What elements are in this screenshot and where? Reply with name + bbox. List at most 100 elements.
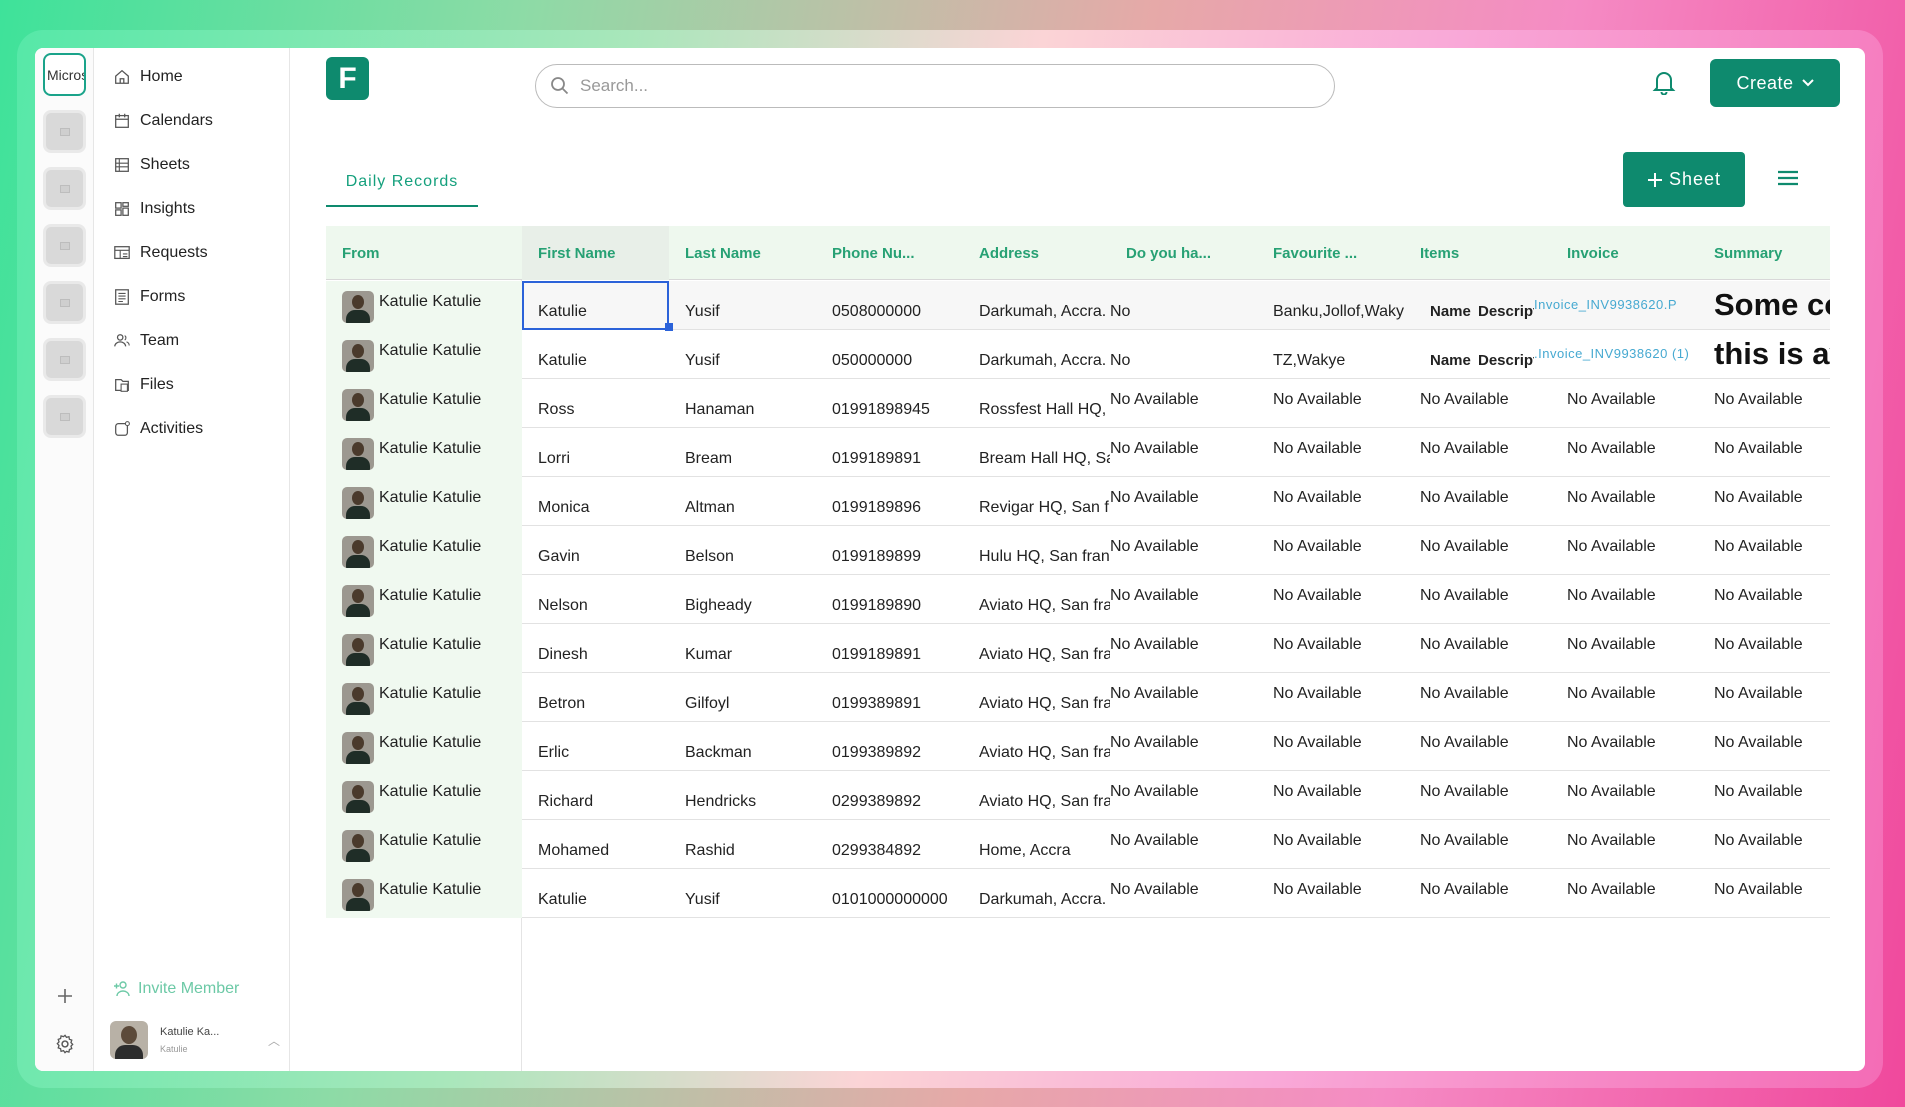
items-desc-cell[interactable]: Description: [1478, 330, 1534, 379]
first-name-cell[interactable]: Katulie: [522, 281, 669, 330]
last-name-cell[interactable]: Hanaman: [669, 379, 816, 428]
column-header[interactable]: Items: [1404, 226, 1551, 280]
last-name-cell[interactable]: Hendricks: [669, 771, 816, 820]
address-cell[interactable]: Darkumah, Accra.: [963, 281, 1110, 330]
last-name-cell[interactable]: Belson: [669, 526, 816, 575]
table-row[interactable]: Katulie Katulie Erlic Backman 0199389892…: [326, 722, 1830, 771]
favourite-cell[interactable]: No Available: [1257, 477, 1404, 526]
from-cell[interactable]: Katulie Katulie: [326, 722, 522, 771]
invoice-link[interactable]: Invoice_INV9938620.P: [1534, 281, 1698, 330]
summary-cell[interactable]: No Available: [1698, 820, 1830, 869]
items-cell[interactable]: No Available: [1404, 771, 1551, 820]
favourite-cell[interactable]: No Available: [1257, 722, 1404, 771]
doyou-cell[interactable]: No Available: [1110, 477, 1257, 526]
invoice-cell[interactable]: No Available: [1551, 673, 1698, 722]
summary-cell[interactable]: No Available: [1698, 722, 1830, 771]
phone-cell[interactable]: 01991898945: [816, 379, 963, 428]
favourite-cell[interactable]: TZ,Wakye: [1257, 330, 1404, 379]
nav-sheets[interactable]: Sheets: [113, 150, 190, 180]
phone-cell[interactable]: 0508000000: [816, 281, 963, 330]
from-cell[interactable]: Katulie Katulie: [326, 673, 522, 722]
nav-forms[interactable]: Forms: [113, 282, 185, 312]
doyou-cell[interactable]: No: [1110, 281, 1257, 330]
summary-cell[interactable]: No Available: [1698, 869, 1830, 918]
nav-files[interactable]: Files: [113, 370, 174, 400]
table-row[interactable]: Katulie Katulie Nelson Bigheady 01991898…: [326, 575, 1830, 624]
add-sheet-button[interactable]: Sheet: [1623, 152, 1745, 207]
items-cell[interactable]: No Available: [1404, 869, 1551, 918]
first-name-cell[interactable]: Mohamed: [522, 820, 669, 869]
from-cell[interactable]: Katulie Katulie: [326, 869, 522, 918]
column-header[interactable]: Summary: [1698, 226, 1830, 280]
table-row[interactable]: Katulie Katulie Dinesh Kumar 0199189891 …: [326, 624, 1830, 673]
workspace-thumb[interactable]: [43, 338, 86, 381]
phone-cell[interactable]: 0199189891: [816, 624, 963, 673]
summary-cell[interactable]: No Available: [1698, 624, 1830, 673]
address-cell[interactable]: Aviato HQ, San fran: [963, 624, 1110, 673]
invite-member-button[interactable]: Invite Member: [112, 980, 239, 998]
favourite-cell[interactable]: No Available: [1257, 428, 1404, 477]
column-header[interactable]: Last Name: [669, 226, 816, 280]
summary-cell[interactable]: No Available: [1698, 771, 1830, 820]
column-header[interactable]: Invoice: [1551, 226, 1698, 280]
phone-cell[interactable]: 0299384892: [816, 820, 963, 869]
phone-cell[interactable]: 0299389892: [816, 771, 963, 820]
address-cell[interactable]: Home, Accra: [963, 820, 1110, 869]
phone-cell[interactable]: 0199189899: [816, 526, 963, 575]
workspace-active[interactable]: Microsoft: [43, 53, 86, 96]
summary-cell[interactable]: this is available: [1698, 330, 1830, 379]
items-cell[interactable]: No Available: [1404, 575, 1551, 624]
address-cell[interactable]: Darkumah, Accra.: [963, 330, 1110, 379]
notifications-button[interactable]: [1652, 69, 1676, 100]
from-cell[interactable]: Katulie Katulie: [326, 526, 522, 575]
doyou-cell[interactable]: No Available: [1110, 428, 1257, 477]
address-cell[interactable]: Hulu HQ, San francisco: [963, 526, 1110, 575]
first-name-cell[interactable]: Nelson: [522, 575, 669, 624]
from-cell[interactable]: Katulie Katulie: [326, 771, 522, 820]
table-row[interactable]: Katulie Katulie Gavin Belson 0199189899 …: [326, 526, 1830, 575]
summary-cell[interactable]: No Available: [1698, 526, 1830, 575]
last-name-cell[interactable]: Yusif: [669, 869, 816, 918]
address-cell[interactable]: Revigar HQ, San fran: [963, 477, 1110, 526]
favourite-cell[interactable]: No Available: [1257, 771, 1404, 820]
invoice-cell[interactable]: No Available: [1551, 526, 1698, 575]
address-cell[interactable]: Aviato HQ, San fran: [963, 771, 1110, 820]
table-row[interactable]: Katulie Katulie Katulie Yusif 050000000 …: [326, 330, 1830, 379]
column-header[interactable]: Address: [963, 226, 1110, 280]
doyou-cell[interactable]: No Available: [1110, 722, 1257, 771]
table-row[interactable]: Katulie Katulie Lorri Bream 0199189891 B…: [326, 428, 1830, 477]
doyou-cell[interactable]: No Available: [1110, 673, 1257, 722]
last-name-cell[interactable]: Yusif: [669, 330, 816, 379]
table-row[interactable]: Katulie Katulie Ross Hanaman 01991898945…: [326, 379, 1830, 428]
last-name-cell[interactable]: Gilfoyl: [669, 673, 816, 722]
table-row[interactable]: Katulie Katulie Mohamed Rashid 029938489…: [326, 820, 1830, 869]
nav-insights[interactable]: Insights: [113, 194, 195, 224]
nav-calendars[interactable]: Calendars: [113, 106, 213, 136]
table-row[interactable]: Katulie Katulie Monica Altman 0199189896…: [326, 477, 1830, 526]
nav-team[interactable]: Team: [113, 326, 179, 356]
first-name-cell[interactable]: Monica: [522, 477, 669, 526]
last-name-cell[interactable]: Rashid: [669, 820, 816, 869]
from-cell[interactable]: Katulie Katulie: [326, 477, 522, 526]
from-cell[interactable]: Katulie Katulie: [326, 379, 522, 428]
phone-cell[interactable]: 0199189896: [816, 477, 963, 526]
doyou-cell[interactable]: No Available: [1110, 820, 1257, 869]
workspace-thumb[interactable]: [43, 167, 86, 210]
first-name-cell[interactable]: Ross: [522, 379, 669, 428]
favourite-cell[interactable]: No Available: [1257, 624, 1404, 673]
doyou-cell[interactable]: No Available: [1110, 575, 1257, 624]
invoice-cell[interactable]: No Available: [1551, 820, 1698, 869]
items-desc-cell[interactable]: Description: [1478, 281, 1534, 330]
summary-cell[interactable]: No Available: [1698, 477, 1830, 526]
doyou-cell[interactable]: No Available: [1110, 526, 1257, 575]
items-cell[interactable]: No Available: [1404, 820, 1551, 869]
column-header[interactable]: First Name: [522, 226, 669, 280]
items-cell[interactable]: No Available: [1404, 526, 1551, 575]
first-name-cell[interactable]: Dinesh: [522, 624, 669, 673]
from-cell[interactable]: Katulie Katulie: [326, 330, 522, 379]
address-cell[interactable]: Rossfest Hall HQ, San: [963, 379, 1110, 428]
summary-cell[interactable]: No Available: [1698, 379, 1830, 428]
first-name-cell[interactable]: Lorri: [522, 428, 669, 477]
doyou-cell[interactable]: No: [1110, 330, 1257, 379]
doyou-cell[interactable]: No Available: [1110, 869, 1257, 918]
